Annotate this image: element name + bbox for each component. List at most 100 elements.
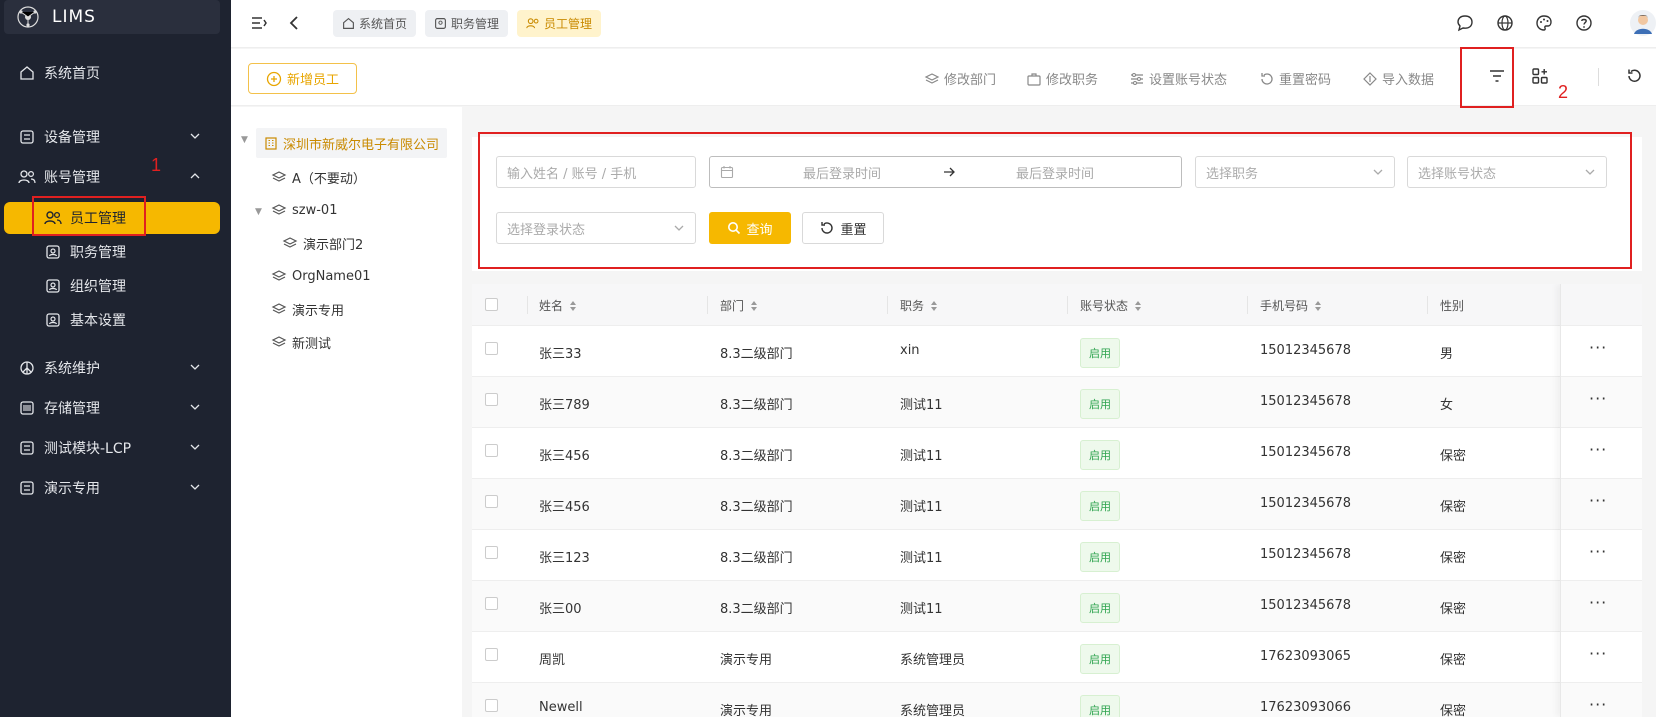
id-card-icon [44, 243, 62, 261]
sidebar-item-staff[interactable]: 员工管理 [4, 202, 220, 234]
column-header-job[interactable]: 职务 [900, 297, 938, 314]
tree-node[interactable]: szw-01 [271, 195, 337, 225]
back-icon[interactable] [283, 12, 305, 34]
sidebar-item-device[interactable]: 设备管理 [0, 120, 231, 154]
account-status-select[interactable]: 选择账号状态 [1407, 156, 1607, 188]
sidebar-item-home[interactable]: 系统首页 [0, 56, 231, 90]
sidebar-item-label: 员工管理 [70, 211, 126, 227]
cell-job: 测试11 [900, 551, 943, 566]
row-checkbox[interactable] [485, 699, 498, 712]
globe-icon[interactable] [1494, 12, 1516, 34]
set-account-status-button[interactable]: 设置账号状态 [1129, 69, 1227, 88]
row-checkbox[interactable] [485, 648, 498, 661]
table-row[interactable]: 张三00 8.3二级部门 测试11 启用 15012345678 保密 ··· [472, 581, 1642, 632]
cell-name: 周凯 [539, 653, 566, 668]
sidebar-item-storage[interactable]: 存储管理 [0, 391, 231, 425]
add-staff-button[interactable]: 新增员工 [248, 63, 357, 94]
tab-label: 员工管理 [544, 17, 593, 31]
row-checkbox[interactable] [485, 342, 498, 355]
reset-label: 重置 [840, 222, 867, 238]
sort-icon [569, 300, 577, 312]
table-row[interactable]: 张三456 8.3二级部门 测试11 启用 15012345678 保密 ··· [472, 428, 1642, 479]
column-header-dept[interactable]: 部门 [720, 297, 758, 314]
query-button[interactable]: 查询 [709, 212, 791, 244]
table-row[interactable]: 张三789 8.3二级部门 测试11 启用 15012345678 女 ··· [472, 377, 1642, 428]
caret-down-icon[interactable]: ▼ [255, 207, 262, 217]
row-checkbox[interactable] [485, 546, 498, 559]
sidebar-item-label: 系统维护 [44, 361, 100, 377]
edit-job-button[interactable]: 修改职务 [1026, 69, 1098, 88]
login-status-select[interactable]: 选择登录状态 [496, 212, 696, 244]
filter-icon[interactable] [1486, 65, 1508, 87]
keyword-search-input[interactable]: 输入姓名 / 账号 / 手机 [496, 156, 696, 188]
tab-staff-management[interactable]: 员工管理 [517, 10, 602, 37]
row-checkbox[interactable] [485, 495, 498, 508]
row-checkbox[interactable] [485, 597, 498, 610]
sidebar-item-test-lcp[interactable]: 测试模块-LCP [0, 431, 231, 465]
column-header-name[interactable]: 姓名 [539, 297, 577, 314]
refresh-icon[interactable] [1623, 65, 1645, 87]
tree-node[interactable]: 演示专用 [271, 294, 344, 324]
sidebar-item-demo[interactable]: 演示专用 [0, 471, 231, 505]
sidebar-item-label: 职务管理 [70, 245, 126, 261]
layers-icon [271, 335, 287, 349]
reset-button[interactable]: 重置 [802, 212, 884, 244]
search-panel: 输入姓名 / 账号 / 手机 最后登录时间 最后登录时间 选择职务 选择账号状态… [472, 132, 1642, 271]
palette-icon[interactable] [1533, 12, 1555, 34]
row-checkbox[interactable] [485, 444, 498, 457]
import-data-button[interactable]: 导入数据 [1362, 69, 1434, 88]
column-settings-icon[interactable] [1529, 65, 1551, 87]
action-toolbar: 新增员工 修改部门 修改职务 设置账号状态 重置密码 导入数据 2 [231, 47, 1656, 108]
tree-node-label: 新测试 [292, 336, 332, 352]
table-row[interactable]: 张三123 8.3二级部门 测试11 启用 15012345678 保密 ··· [472, 530, 1642, 581]
tree-node-label: A（不要动） [292, 171, 366, 187]
column-header-gender[interactable]: 性别 [1440, 297, 1464, 314]
search-icon [727, 221, 741, 235]
sidebar-item-maintenance[interactable]: 系统维护 [0, 351, 231, 385]
table-row[interactable]: 张三33 8.3二级部门 xin 启用 15012345678 男 ··· [472, 326, 1642, 377]
cell-phone: 17623093066 [1260, 700, 1351, 715]
column-header-phone[interactable]: 手机号码 [1260, 297, 1322, 314]
column-label: 姓名 [539, 299, 564, 313]
status-badge: 启用 [1080, 389, 1120, 419]
table-row[interactable]: 周凯 演示专用 系统管理员 启用 17623093065 保密 ··· [472, 632, 1642, 683]
cell-dept: 8.3二级部门 [720, 347, 793, 362]
sidebar-item-basic-settings[interactable]: 基本设置 [0, 303, 231, 337]
tab-job-management[interactable]: 职务管理 [425, 10, 509, 37]
table-row[interactable]: Newell 演示专用 系统管理员 启用 17623093066 保密 ··· [472, 683, 1642, 717]
column-divider [1247, 296, 1248, 314]
sidebar-item-job[interactable]: 职务管理 [0, 235, 231, 269]
annotation-box-3 [478, 132, 1632, 269]
row-checkbox[interactable] [485, 393, 498, 406]
avatar[interactable] [1629, 9, 1656, 37]
cell-dept: 8.3二级部门 [720, 551, 793, 566]
tab-home[interactable]: 系统首页 [333, 10, 417, 37]
table-row[interactable]: 张三456 8.3二级部门 测试11 启用 15012345678 保密 ··· [472, 479, 1642, 530]
tree-node[interactable]: 演示部门2 [282, 228, 363, 258]
menu-fold-icon[interactable] [248, 12, 270, 34]
tree-root-node[interactable]: 深圳市新威尔电子有限公司 [256, 128, 448, 158]
reset-password-button[interactable]: 重置密码 [1259, 69, 1331, 88]
column-divider [527, 296, 528, 314]
select-all-checkbox[interactable] [485, 298, 498, 311]
sidebar-item-org[interactable]: 组织管理 [0, 269, 231, 303]
table-header: 姓名 部门 职务 账号状态 手机号码 性别 [472, 284, 1642, 326]
message-icon[interactable] [1454, 12, 1476, 34]
tree-node[interactable]: 新测试 [271, 327, 331, 357]
edit-department-button[interactable]: 修改部门 [924, 69, 996, 88]
sidebar-item-account[interactable]: 账号管理 [0, 160, 231, 194]
last-login-date-range[interactable]: 最后登录时间 最后登录时间 [709, 156, 1182, 188]
job-select[interactable]: 选择职务 [1195, 156, 1395, 188]
help-icon[interactable] [1573, 12, 1595, 34]
layers-icon [924, 72, 940, 86]
column-label: 手机号码 [1260, 299, 1309, 313]
tree-node[interactable]: OrgName01 [271, 261, 371, 291]
app-logo[interactable]: LIMS [4, 0, 220, 34]
caret-down-icon[interactable]: ▼ [241, 135, 248, 145]
tree-node[interactable]: A（不要动） [271, 162, 366, 192]
layers-icon [282, 236, 298, 250]
end-date-placeholder: 最后登录时间 [1016, 166, 1095, 182]
chevron-down-icon [189, 361, 201, 377]
column-header-status[interactable]: 账号状态 [1080, 297, 1142, 314]
peace-icon [18, 359, 36, 377]
